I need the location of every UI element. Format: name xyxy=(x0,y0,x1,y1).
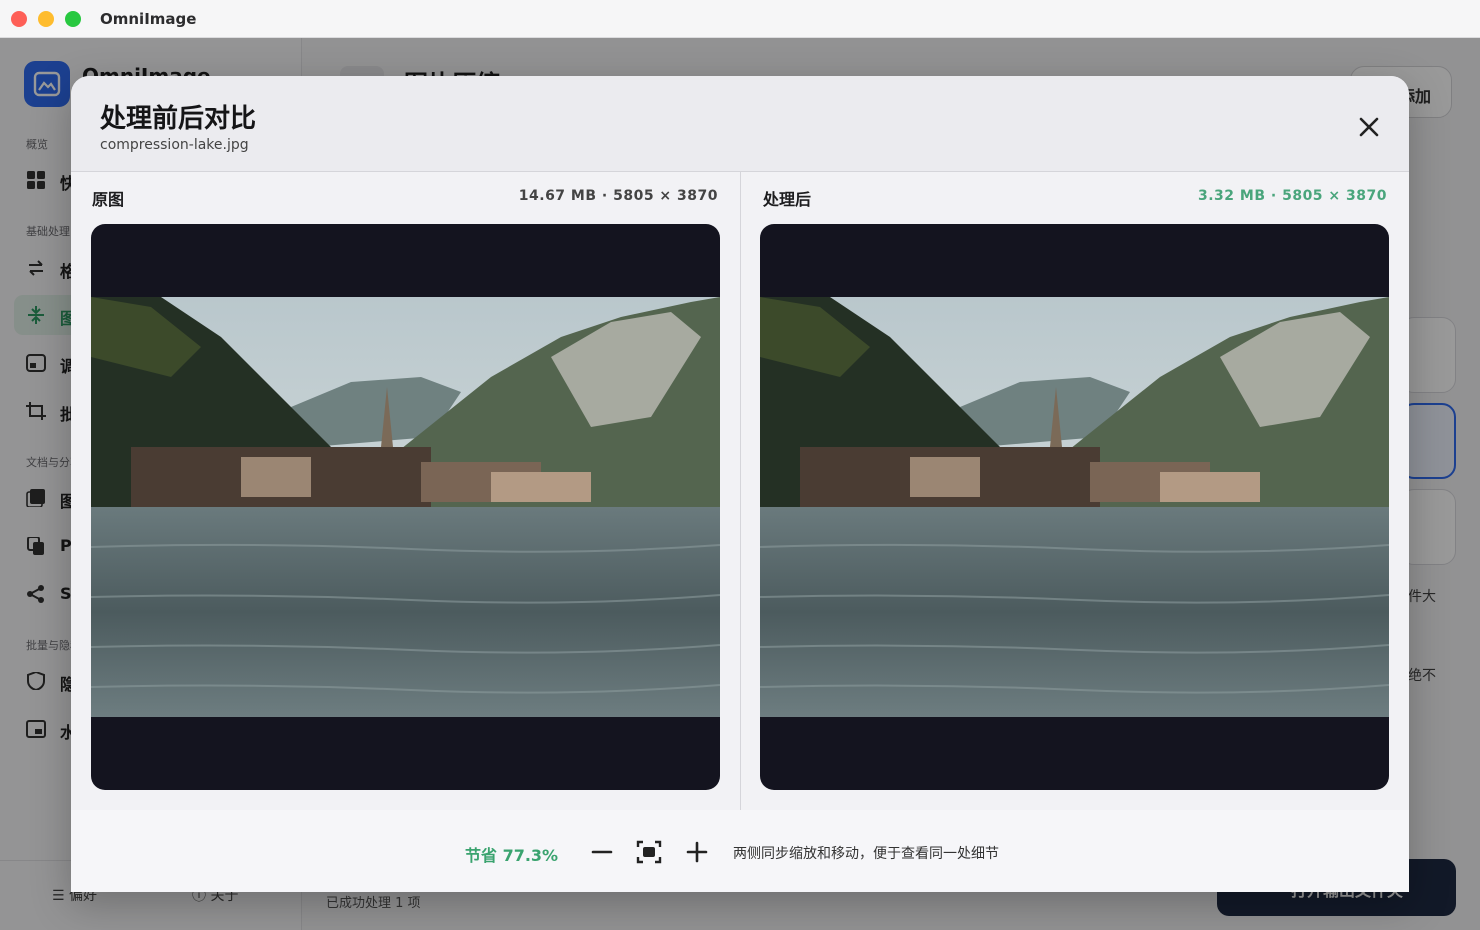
lake-photo-original xyxy=(91,297,720,717)
saving-percentage: 节省 77.3% xyxy=(465,846,559,865)
close-window-button[interactable] xyxy=(11,11,27,27)
window-titlebar: OmniImage xyxy=(0,0,1480,38)
processed-meta: 3.32 MB · 5805 × 3870 xyxy=(1198,188,1387,204)
original-image-viewer[interactable] xyxy=(91,224,720,790)
zoom-window-button[interactable] xyxy=(65,11,81,27)
zoom-out-icon[interactable] xyxy=(588,838,616,866)
original-meta: 14.67 MB · 5805 × 3870 xyxy=(518,188,718,204)
dialog-filename: compression-lake.jpg xyxy=(100,137,249,153)
original-label: 原图 xyxy=(92,190,125,209)
minimize-window-button[interactable] xyxy=(38,11,54,27)
dialog-footer: 节省 77.3% 两侧同步缩放和移动，便于查看同一处细节 xyxy=(71,810,1409,892)
compare-dialog: 处理前后对比 compression-lake.jpg 原图 14.67 MB … xyxy=(71,76,1409,892)
original-panel: 原图 14.67 MB · 5805 × 3870 xyxy=(71,172,740,810)
zoom-in-icon[interactable] xyxy=(683,838,711,866)
sync-hint: 两侧同步缩放和移动，便于查看同一处细节 xyxy=(733,846,999,862)
lake-photo-processed xyxy=(760,297,1389,717)
window-title: OmniImage xyxy=(100,10,197,28)
processed-panel: 处理后 3.32 MB · 5805 × 3870 xyxy=(740,172,1409,810)
processed-image-viewer[interactable] xyxy=(760,224,1389,790)
fit-screen-icon[interactable] xyxy=(635,838,663,866)
dialog-title: 处理前后对比 xyxy=(100,104,257,134)
processed-label: 处理后 xyxy=(763,190,812,209)
dialog-header: 处理前后对比 compression-lake.jpg xyxy=(71,76,1409,172)
close-icon[interactable] xyxy=(1353,111,1385,143)
